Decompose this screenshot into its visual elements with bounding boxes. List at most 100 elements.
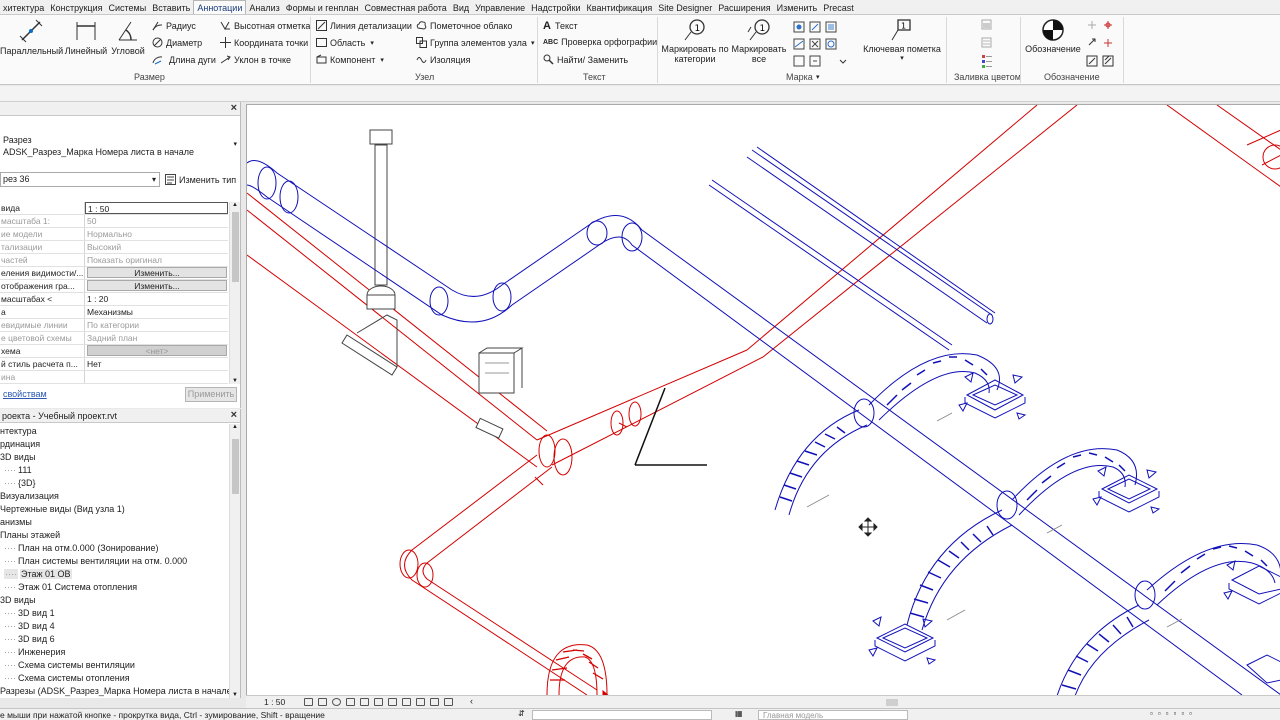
workset-field[interactable] <box>532 710 712 720</box>
tree-item[interactable]: ···· Этаж 01 ОВ <box>0 568 229 581</box>
tree-item[interactable]: ···· {3D} <box>0 477 229 490</box>
tab-1[interactable]: Конструкция <box>47 1 105 14</box>
property-edit-button[interactable]: Изменить... <box>87 280 227 291</box>
lock-view-icon[interactable] <box>388 698 397 706</box>
property-row[interactable]: тализации Высокий <box>0 241 228 254</box>
tree-item[interactable]: 3D виды <box>0 594 229 607</box>
close-icon[interactable]: × <box>231 102 237 114</box>
tab-8[interactable]: Вид <box>450 1 472 14</box>
horizontal-scroll-thumb[interactable] <box>886 699 898 706</box>
hvac-3d-view[interactable] <box>247 105 1280 695</box>
tab-13[interactable]: Расширения <box>715 1 773 14</box>
aligned-dimension-button[interactable]: Параллельный <box>0 18 63 56</box>
scroll-up-icon[interactable]: ▲ <box>232 424 238 430</box>
tree-item[interactable]: ···· 3D вид 1 <box>0 607 229 620</box>
property-value[interactable]: 50 <box>85 215 228 227</box>
scroll-up-icon[interactable]: ▲ <box>232 202 238 208</box>
design-options-icon[interactable]: ▦ <box>735 709 743 718</box>
selection-filter-icons[interactable]: ▫▫▫▫▫▫ <box>1150 709 1197 718</box>
shadows-icon[interactable] <box>346 698 355 706</box>
property-row[interactable]: масштабах <1 : 20 <box>0 293 228 306</box>
vertical-stack[interactable] <box>341 129 524 439</box>
type-preview[interactable]: Разрез ADSK_Разрез_Марка Номера листа в … <box>0 118 240 170</box>
analytical-model-icon[interactable] <box>444 698 453 706</box>
tree-item[interactable]: ···· Схема системы вентиляции <box>0 659 229 672</box>
worksharing-icon[interactable] <box>430 698 439 706</box>
tree-item[interactable]: ···· Инженерия <box>0 646 229 659</box>
tree-item[interactable]: ···· Схема системы отопления <box>0 672 229 685</box>
tree-item[interactable]: нтектура <box>0 425 229 438</box>
tree-item[interactable]: ···· Этаж 01 Система отопления <box>0 581 229 594</box>
property-value[interactable]: Нормально <box>85 228 228 240</box>
tree-item[interactable]: Визуализация <box>0 490 229 503</box>
tree-item[interactable]: Разрезы (ADSK_Разрез_Марка Номера листа … <box>0 685 229 698</box>
spot-elevation-button[interactable]: Высотная отметка <box>220 20 310 31</box>
spot-slope-button[interactable]: Уклон в точке <box>220 54 291 65</box>
detail-lines[interactable] <box>634 387 707 466</box>
edit-type-button[interactable]: Изменить тип <box>165 172 236 187</box>
property-value[interactable]: 1 : 20 <box>85 293 228 305</box>
tree-item[interactable]: анизмы <box>0 516 229 529</box>
tab-5[interactable]: Анализ <box>246 1 282 14</box>
crop-view-icon[interactable] <box>360 698 369 706</box>
view-scale[interactable]: 1 : 50 <box>264 697 285 707</box>
workset-icon[interactable]: ⇵ <box>518 709 525 718</box>
property-row[interactable]: ие модели Нормально <box>0 228 228 241</box>
symbol-tools-icons[interactable] <box>1086 19 1116 71</box>
properties-help-link[interactable]: свойствам <box>3 389 47 399</box>
tab-2[interactable]: Системы <box>105 1 149 14</box>
tree-item[interactable]: ···· 3D вид 4 <box>0 620 229 633</box>
tag-all-button[interactable]: 1 Маркировать все <box>730 18 788 64</box>
temporary-hide-icon[interactable] <box>402 698 411 706</box>
property-row[interactable]: ина <box>0 371 228 384</box>
reveal-hidden-icon[interactable] <box>416 698 425 706</box>
property-row[interactable]: хема <нет> <box>0 345 228 358</box>
color-fill-icons[interactable] <box>980 19 994 71</box>
browser-scrollbar[interactable]: ▲ ▼ <box>229 424 240 698</box>
property-row[interactable]: а Механизмы <box>0 306 228 319</box>
revision-cloud-button[interactable]: Пометочное облако <box>416 20 512 31</box>
tab-0[interactable]: хитектура <box>0 1 47 14</box>
property-row[interactable]: й стиль расчета п... Нет <box>0 358 228 371</box>
arc-length-dimension-button[interactable]: Длина дуги <box>152 54 216 65</box>
properties-scroll-thumb[interactable] <box>232 212 239 282</box>
close-icon[interactable]: × <box>231 409 237 421</box>
detail-group-button[interactable]: Группа элементов узла ▾ <box>416 37 534 48</box>
tree-item[interactable]: Чертежные виды (Вид узла 1) <box>0 503 229 516</box>
detail-level-icon[interactable] <box>304 698 313 706</box>
tag-panel-label[interactable]: Марка <box>786 72 813 82</box>
property-row[interactable]: евидимые линии По категории <box>0 319 228 332</box>
find-replace-button[interactable]: Найти/ Заменить <box>543 54 628 65</box>
property-row[interactable]: еления видимости/... Изменить... <box>0 267 228 280</box>
property-value[interactable]: Изменить... <box>85 267 228 279</box>
spelling-button[interactable]: ABC Проверка орфографии <box>543 37 657 47</box>
property-value[interactable]: Высокий <box>85 241 228 253</box>
tree-item[interactable]: ···· План на отм.0.000 (Зонирование) <box>0 542 229 555</box>
tab-6[interactable]: Формы и генплан <box>283 1 362 14</box>
tab-4[interactable]: Аннотации <box>193 0 247 14</box>
property-value[interactable]: Механизмы <box>85 306 228 318</box>
properties-scrollbar[interactable]: ▲ ▼ <box>229 202 240 384</box>
tag-tools-icons[interactable] <box>792 20 848 70</box>
property-value[interactable]: Показать оригинал <box>85 254 228 266</box>
radius-dimension-button[interactable]: Радиус <box>152 20 196 31</box>
property-row[interactable]: е цветовой схемы Задний план <box>0 332 228 345</box>
show-crop-icon[interactable] <box>374 698 383 706</box>
main-model-field[interactable]: Главная модель <box>758 710 908 720</box>
diameter-dimension-button[interactable]: Диаметр <box>152 37 202 48</box>
tab-11[interactable]: Квантификация <box>584 1 656 14</box>
property-value[interactable] <box>85 371 228 383</box>
tab-12[interactable]: Site Designer <box>655 1 715 14</box>
symbol-panel-label[interactable]: Обозначение <box>1044 72 1100 82</box>
browser-scroll-thumb[interactable] <box>232 439 239 494</box>
text-panel-label[interactable]: Текст <box>583 72 606 82</box>
keynote-button[interactable]: 1 Ключевая пометка ▾ <box>862 18 942 62</box>
tree-item[interactable]: ···· План системы вентиляции на отм. 0.00… <box>0 555 229 568</box>
tag-by-category-button[interactable]: 1 Маркировать по категории <box>660 18 730 64</box>
symbol-button[interactable]: Обозначение <box>1022 18 1084 54</box>
detail-panel-label[interactable]: Узел <box>415 72 434 82</box>
blue-duct-system[interactable] <box>247 146 1280 695</box>
drawing-canvas[interactable] <box>246 104 1280 695</box>
tab-7[interactable]: Совместная работа <box>361 1 449 14</box>
angular-dimension-button[interactable]: Угловой <box>108 18 148 56</box>
